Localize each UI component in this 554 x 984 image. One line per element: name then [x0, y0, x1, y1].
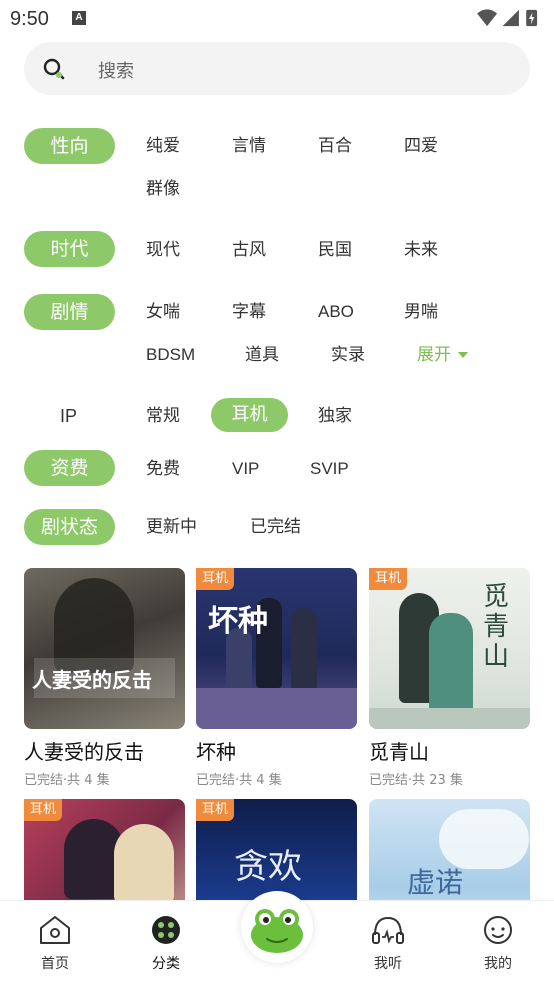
cover-title-text: 贪欢 [234, 847, 302, 887]
filter-option[interactable]: 免费 [146, 458, 180, 480]
tab-mine[interactable]: 我的 [458, 915, 538, 973]
tab-label: 分类 [152, 956, 180, 972]
earphone-badge: 耳机 [24, 799, 62, 821]
status-time: 9:50 [10, 8, 49, 30]
search-bar[interactable]: 搜索 [24, 42, 530, 95]
drama-meta: 已完结·共 23 集 [369, 773, 463, 788]
tab-label: 我的 [484, 956, 512, 972]
drama-title: 人妻受的反击 [24, 740, 144, 764]
earphone-badge: 耳机 [196, 568, 234, 590]
filter-option[interactable]: 常规 [146, 405, 180, 427]
home-icon [40, 916, 70, 944]
cover-title-text: 人妻受的反击 [32, 668, 152, 692]
cover-title-text: 虚诺 [407, 866, 464, 899]
frog-icon [251, 909, 303, 953]
filter-option[interactable]: BDSM [146, 344, 195, 366]
frog-center-button[interactable] [241, 891, 313, 963]
filter-option[interactable]: 字幕 [232, 301, 266, 323]
drama-cover: 觅青山 [369, 568, 530, 729]
filter-option[interactable]: 古风 [232, 239, 266, 261]
earphone-badge: 耳机 [369, 568, 407, 590]
filter-option[interactable]: 言情 [232, 135, 266, 157]
filter-label-orientation: 性向 [24, 128, 115, 164]
expand-button[interactable]: 展开 [417, 344, 469, 366]
filter-option[interactable]: 纯爱 [146, 135, 180, 157]
filter-label-ip: IP [60, 406, 78, 426]
filter-label-plot: 剧情 [24, 294, 115, 330]
drama-title: 坏种 [196, 740, 236, 764]
filter-option[interactable]: 现代 [146, 239, 180, 261]
headphones-icon [372, 916, 404, 944]
cover-title-text: 坏种 [208, 604, 268, 639]
filter-option[interactable]: 百合 [318, 135, 352, 157]
filter-option[interactable]: VIP [232, 458, 259, 480]
filter-option[interactable]: 独家 [318, 405, 352, 427]
notification-icon: A [72, 11, 86, 25]
category-icon [152, 916, 180, 944]
search-icon [43, 58, 65, 80]
filter-option[interactable]: SVIP [310, 458, 349, 480]
filter-option-selected[interactable]: 耳机 [211, 398, 288, 432]
expand-label: 展开 [417, 345, 451, 365]
triangle-down-icon [458, 352, 469, 358]
filter-label-status: 剧状态 [24, 509, 115, 545]
filter-option[interactable]: ABO [318, 301, 354, 323]
filter-option[interactable]: 实录 [331, 344, 365, 366]
profile-face-icon [484, 916, 512, 944]
drama-cover: 坏种 [196, 568, 357, 729]
filter-option[interactable]: 更新中 [146, 516, 197, 538]
bottom-tab-bar: 首页 分类 我听 我的 [0, 891, 554, 984]
tab-listen[interactable]: 我听 [348, 915, 428, 973]
drama-meta: 已完结·共 4 集 [24, 773, 110, 788]
signal-icon [502, 9, 519, 27]
tab-label: 首页 [41, 956, 69, 972]
drama-cover: 人妻受的反击 [24, 568, 185, 729]
drama-meta: 已完结·共 4 集 [196, 773, 282, 788]
wifi-icon [477, 9, 498, 27]
tab-category[interactable]: 分类 [126, 915, 206, 973]
filter-option[interactable]: 未来 [404, 239, 438, 261]
filter-option[interactable]: 女喘 [146, 301, 180, 323]
search-placeholder: 搜索 [98, 61, 134, 82]
system-status-icons [477, 9, 538, 27]
filter-option[interactable]: 已完结 [250, 516, 301, 538]
status-bar: 9:50 A [0, 0, 554, 38]
filter-option[interactable]: 道具 [245, 344, 279, 366]
filter-option[interactable]: 群像 [146, 178, 180, 200]
filter-option[interactable]: 民国 [318, 239, 352, 261]
filter-option[interactable]: 男喘 [404, 301, 438, 323]
tab-home[interactable]: 首页 [15, 915, 95, 973]
earphone-badge: 耳机 [196, 799, 234, 821]
drama-title: 觅青山 [369, 740, 429, 764]
cover-title-text: 觅青山 [483, 582, 510, 672]
tab-label: 我听 [374, 956, 402, 972]
filter-option[interactable]: 四爱 [404, 135, 438, 157]
filter-label-era: 时代 [24, 231, 115, 267]
filter-label-fee: 资费 [24, 450, 115, 486]
